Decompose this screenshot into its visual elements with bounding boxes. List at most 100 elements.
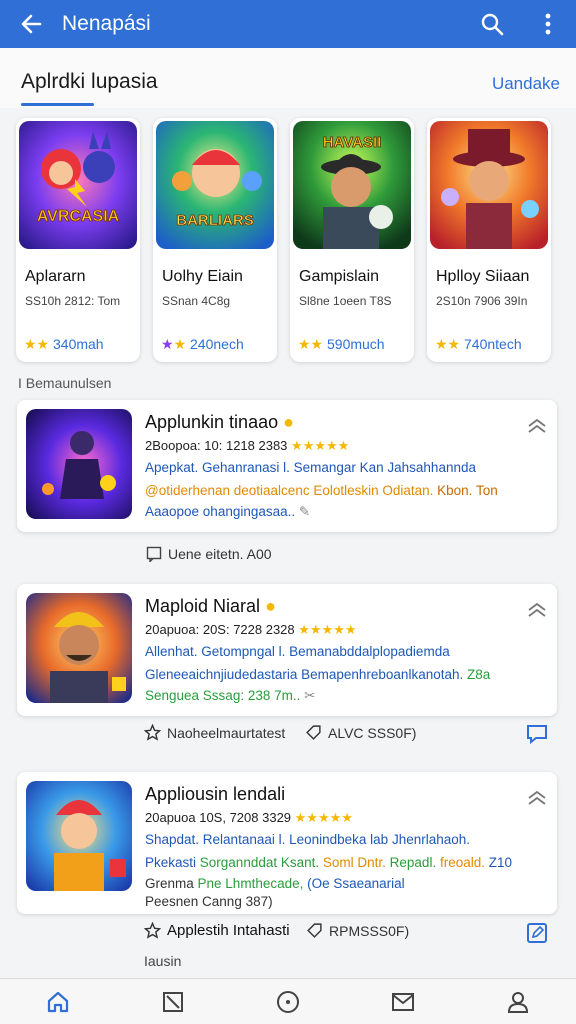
card-rating: ★★ 240nech xyxy=(161,336,244,353)
nav-home[interactable] xyxy=(0,979,115,1024)
see-more-link[interactable]: Uandake xyxy=(492,74,560,94)
nav-profile[interactable] xyxy=(461,979,576,1024)
card-art-text: AVRCASIA xyxy=(37,208,120,225)
item-title: Appliousin lendali xyxy=(145,784,286,804)
more-vert-icon[interactable] xyxy=(520,0,576,48)
search-icon[interactable] xyxy=(464,0,520,48)
favorite-action[interactable]: Applestih Intahasti xyxy=(144,922,290,939)
featured-card[interactable]: Hplloy Siiaan 2S10n 7906 39In ★★ 740ntec… xyxy=(427,118,551,362)
game-art-image xyxy=(26,409,132,519)
star-icon: ★★ xyxy=(24,336,50,352)
game-art-image: BARLIARS xyxy=(156,121,274,249)
card-title: Aplararn xyxy=(25,268,86,285)
item-description-4: Peesnen Canng 387) xyxy=(145,894,273,909)
list-item[interactable]: Maploid Niaral ● 20apuoa: 20S: 7228 2328… xyxy=(17,584,557,716)
nav-library[interactable] xyxy=(115,979,230,1024)
desc-segment: Pne Lhmthecade, xyxy=(197,876,308,891)
card-rating-value: 740ntech xyxy=(464,336,522,352)
item-meta: 20apuoa 10S, 7208 3329 ★★★★★ xyxy=(145,810,353,826)
favorite-action[interactable]: Naoheelmaurtatest xyxy=(144,724,285,741)
card-meta: 2S10n 7906 39In xyxy=(436,294,528,308)
section-title: Aplrdki lupasia xyxy=(21,70,158,93)
item-description-2: Pkekasti Sorgannddat Ksant. Soml Dntr. R… xyxy=(145,855,512,870)
item-meta-text: 2Boopoa: 10: 1218 2383 xyxy=(145,438,288,453)
featured-card[interactable]: AVRCASIA Aplararn SS10h 2812: Tom ★★ 340… xyxy=(16,118,140,362)
desc-segment: Soml Dntr. xyxy=(322,855,390,870)
nav-explore[interactable] xyxy=(230,979,345,1024)
desc-segment: Grenma xyxy=(145,876,198,891)
back-arrow-icon[interactable] xyxy=(0,0,62,48)
desc-segment: (Oe Ssaeanarial xyxy=(307,876,405,891)
card-art-text: HAVASII xyxy=(323,134,382,151)
rating-stars-icon: ★★★★★ xyxy=(294,810,353,825)
card-title: Gampislain xyxy=(299,268,380,285)
edit-icon xyxy=(527,923,547,943)
game-art-image xyxy=(26,593,132,703)
chat-action[interactable] xyxy=(526,724,548,744)
app-bar: Nenapási xyxy=(0,0,576,48)
featured-carousel: AVRCASIA Aplararn SS10h 2812: Tom ★★ 340… xyxy=(0,112,576,367)
desc-segment: Kbon. Ton xyxy=(437,483,498,498)
tag-label: ALVC SSS0F) xyxy=(328,724,417,741)
desc-segment: Sorgannddat Ksant. xyxy=(199,855,323,870)
item-description-2: Gleneeaichnjiudedastaria Bemapenhreboanl… xyxy=(145,667,490,682)
game-art-image: AVRCASIA xyxy=(19,121,137,249)
home-icon xyxy=(47,991,68,1012)
star-icon: ★ xyxy=(173,336,187,352)
item-description-3: Aaaopoe ohangingasaa.. ✎ xyxy=(145,504,310,520)
tag-action[interactable]: ALVC SSS0F) xyxy=(305,724,416,741)
item-action-row: Naoheelmaurtatest ALVC SSS0F) xyxy=(0,718,576,750)
list-item[interactable]: Applunkin tinaao ● 2Boopoa: 10: 1218 238… xyxy=(17,400,557,532)
section-underline xyxy=(21,103,94,106)
list-section-label: I Bemaunulsen xyxy=(18,375,112,391)
game-art-image xyxy=(430,121,548,249)
star-icon: ★★ xyxy=(435,336,461,352)
item-description: Allenhat. Getompngal l. Bemanabddalplopa… xyxy=(145,644,450,659)
rating-stars-icon: ★★★★★ xyxy=(291,438,350,453)
item-description: Shapdat. Relantanaai l. Leonindbeka lab … xyxy=(145,832,471,847)
comments-action[interactable]: Uene eitetn. A00 xyxy=(146,546,272,562)
item-meta: 20apuoa: 20S: 7228 2328 ★★★★★ xyxy=(145,622,357,638)
item-description: Apepkat. Gehanranasi l. Semangar Kan Jah… xyxy=(145,460,476,475)
desc-segment: @otiderhenan deotiaalcenc Eolotleskin Od… xyxy=(145,483,438,498)
card-meta: Sl8ne 1oeen T8S xyxy=(299,294,392,308)
desc-segment: Gleneeaichnjiudedastaria Bemapenhreboanl… xyxy=(145,667,467,682)
card-art-text: BARLIARS xyxy=(176,212,254,229)
item-meta-text: 20apuoa: 20S: 7228 2328 xyxy=(145,622,295,637)
favorite-label: Applestih Intahasti xyxy=(167,922,290,939)
desc-segment: Repadl. xyxy=(389,855,440,870)
desc-segment: freoald. xyxy=(439,855,489,870)
card-rating-value: 590much xyxy=(327,336,385,352)
card-meta: SS10h 2812: Tom xyxy=(25,294,121,308)
list-item[interactable]: Appliousin lendali 20apuoa 10S, 7208 332… xyxy=(17,772,557,914)
card-rating: ★★ 590much xyxy=(298,336,385,353)
desc-segment: Senguea Sssag: 238 7m.. xyxy=(145,688,301,703)
pin-icon: ✎ xyxy=(298,504,311,519)
item-action-row: Applestih Intahasti RPMSSS0F) xyxy=(0,916,576,948)
item-description-2: @otiderhenan deotiaalcenc Eolotleskin Od… xyxy=(145,483,498,498)
card-meta: SSnan 4C8g xyxy=(162,294,231,308)
bottom-navigation xyxy=(0,978,576,1024)
item-title-text: Applunkin tinaao xyxy=(145,412,279,432)
game-art-image xyxy=(26,781,132,891)
collapse-chevron-icon[interactable] xyxy=(527,418,547,434)
tag-icon xyxy=(306,725,321,740)
item-title-text: Maploid Niaral xyxy=(145,596,261,616)
card-title: Uolhy Eiain xyxy=(162,268,243,285)
collapse-chevron-icon[interactable] xyxy=(527,602,547,618)
edit-action[interactable] xyxy=(526,922,548,944)
featured-card[interactable]: BARLIARS Uolhy Eiain SSnan 4C8g ★★ 240ne… xyxy=(153,118,277,362)
featured-card[interactable]: HAVASII Gampislain Sl8ne 1oeen T8S ★★ 59… xyxy=(290,118,414,362)
tag-action[interactable]: RPMSSS0F) xyxy=(306,922,409,939)
card-rating: ★★ 740ntech xyxy=(435,336,522,353)
chat-icon xyxy=(527,725,547,744)
nav-messages[interactable] xyxy=(346,979,461,1024)
pin-icon: ✂ xyxy=(304,688,316,703)
item-title: Maploid Niaral ● xyxy=(145,596,276,617)
collapse-chevron-icon[interactable] xyxy=(527,790,547,806)
desc-segment: Z8a xyxy=(466,667,491,682)
verified-badge-icon: ● xyxy=(283,412,294,432)
desc-segment: Aaaopoe ohangingasaa.. xyxy=(145,504,296,519)
star-icon: ★★ xyxy=(298,336,324,352)
item-meta: 2Boopoa: 10: 1218 2383 ★★★★★ xyxy=(145,438,349,454)
